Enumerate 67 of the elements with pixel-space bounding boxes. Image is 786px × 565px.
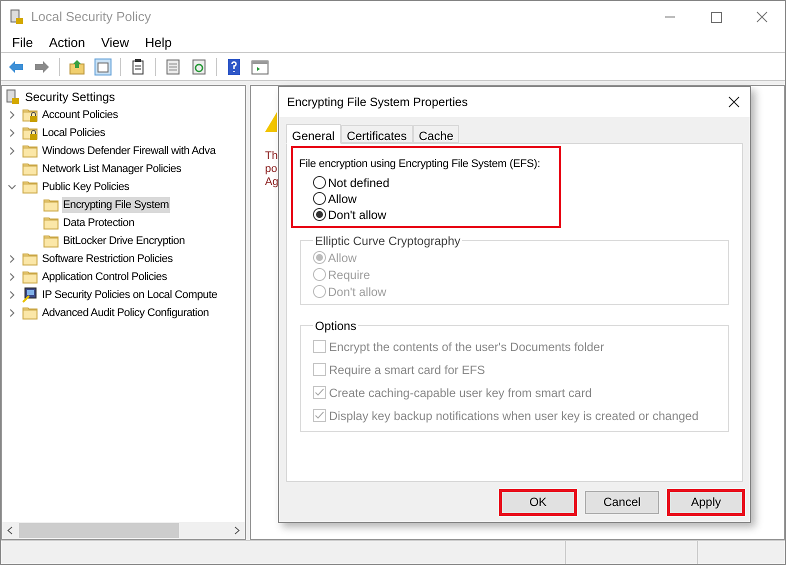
- radio-label: Don't allow: [328, 284, 386, 300]
- radio-label: Allow: [328, 190, 357, 208]
- dialog-title: Encrypting File System Properties: [287, 94, 468, 111]
- tree-item[interactable]: Advanced Audit Policy Configuration: [41, 304, 210, 322]
- group-title: Elliptic Curve Cryptography: [314, 232, 462, 250]
- checkbox-label: Encrypt the contents of the user's Documents folder: [329, 338, 604, 356]
- tree-item[interactable]: BitLocker Drive Encryption: [62, 232, 186, 250]
- pane-toggle-icon[interactable]: [94, 58, 112, 76]
- lock-document-icon: [9, 9, 25, 25]
- tree-item[interactable]: Public Key Policies: [41, 178, 130, 196]
- folder-icon: [43, 197, 59, 213]
- radio-label: Allow: [328, 250, 357, 266]
- folder-icon: [22, 161, 38, 177]
- description-text: Th: [265, 150, 278, 163]
- radio-button[interactable]: [313, 192, 326, 205]
- lock-document-icon: [5, 89, 21, 105]
- dialog-button[interactable]: Apply: [669, 490, 743, 514]
- horizontal-scrollbar[interactable]: [2, 522, 245, 539]
- radio-label: Not defined: [328, 174, 390, 192]
- description-text: po: [265, 163, 278, 176]
- tree-item[interactable]: Network List Manager Policies: [41, 160, 182, 178]
- tree-root[interactable]: Security Settings: [25, 88, 116, 106]
- folder-icon: [22, 251, 38, 267]
- locked-folder-icon: [22, 107, 38, 123]
- checkbox-label: Create caching-capable user key from smart card: [329, 384, 592, 402]
- folder-icon: [22, 269, 38, 285]
- tree-item[interactable]: Account Policies: [41, 106, 119, 124]
- tab[interactable]: General: [286, 124, 341, 144]
- dialog-button[interactable]: Cancel: [585, 490, 659, 514]
- dialog-button[interactable]: OK: [501, 490, 575, 514]
- radio-button[interactable]: [313, 176, 326, 189]
- folder-icon: [22, 305, 38, 321]
- scrollbar-thumb[interactable]: [19, 523, 179, 538]
- menu-item[interactable]: Help: [145, 32, 172, 52]
- folder-icon: [43, 233, 59, 249]
- tree-item[interactable]: Software Restriction Policies: [41, 250, 174, 268]
- locked-folder-icon: [22, 125, 38, 141]
- properties-pane-icon[interactable]: [251, 58, 269, 76]
- radio-button[interactable]: [313, 208, 326, 221]
- checkbox-label: Require a smart card for EFS: [329, 362, 486, 378]
- export-list-icon[interactable]: [164, 58, 182, 76]
- help-icon[interactable]: [225, 58, 243, 76]
- radio-label: Don't allow: [328, 206, 386, 224]
- folder-icon: [43, 215, 59, 231]
- folder-up-icon[interactable]: [68, 58, 86, 76]
- group-title: Options: [314, 318, 358, 334]
- menu-item[interactable]: Action: [48, 32, 86, 52]
- tree-item[interactable]: IP Security Policies on Local Compute: [41, 286, 218, 304]
- close-icon[interactable]: [728, 96, 740, 108]
- menu-item[interactable]: View: [101, 32, 130, 52]
- group-label: File encryption using Encrypting File System (EFS):: [299, 157, 540, 172]
- tab[interactable]: Cache: [412, 125, 460, 143]
- tree-item[interactable]: Windows Defender Firewall with Adva: [41, 142, 217, 160]
- checkbox-label: Display key backup notifications when user key is created or changed: [329, 408, 699, 424]
- menu-item[interactable]: File: [12, 32, 33, 52]
- radio-label: Require: [328, 266, 370, 284]
- tree-item[interactable]: Encrypting File System: [62, 196, 170, 214]
- computer-key-icon: [22, 287, 38, 303]
- description-text: Ag: [265, 176, 278, 189]
- folder-icon: [22, 179, 38, 195]
- tree-item[interactable]: Data Protection: [62, 214, 136, 232]
- refresh-icon[interactable]: [190, 58, 208, 76]
- tree-item[interactable]: Local Policies: [41, 124, 106, 142]
- tree-item[interactable]: Application Control Policies: [41, 268, 168, 286]
- folder-icon: [22, 143, 38, 159]
- window-title: Local Security Policy: [31, 8, 151, 26]
- tab[interactable]: Certificates: [340, 125, 413, 143]
